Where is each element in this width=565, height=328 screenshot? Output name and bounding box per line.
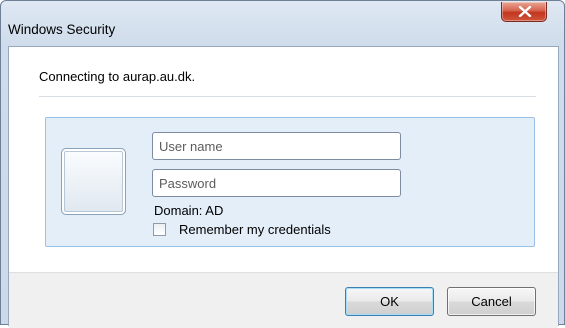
username-input[interactable] bbox=[152, 132, 401, 160]
user-picture-icon bbox=[61, 148, 126, 215]
button-bar: OK Cancel bbox=[9, 272, 558, 328]
window-title: Windows Security bbox=[8, 22, 116, 37]
ok-button[interactable]: OK bbox=[345, 287, 434, 316]
title-bar[interactable]: Windows Security bbox=[1, 1, 564, 45]
remember-credentials-checkbox[interactable] bbox=[153, 223, 166, 236]
credential-tile: Domain: AD Remember my credentials bbox=[45, 117, 535, 247]
separator bbox=[39, 96, 536, 97]
close-icon bbox=[518, 6, 532, 17]
domain-label: Domain: AD bbox=[154, 203, 224, 218]
password-input[interactable] bbox=[152, 169, 401, 197]
remember-credentials-label[interactable]: Remember my credentials bbox=[179, 222, 331, 237]
connecting-message: Connecting to aurap.au.dk. bbox=[39, 69, 196, 84]
dialog-content: Connecting to aurap.au.dk. Domain: AD Re… bbox=[8, 46, 559, 328]
close-button[interactable] bbox=[501, 2, 547, 22]
cancel-button[interactable]: Cancel bbox=[447, 287, 536, 316]
windows-security-dialog: Windows Security Connecting to aurap.au.… bbox=[0, 0, 565, 328]
